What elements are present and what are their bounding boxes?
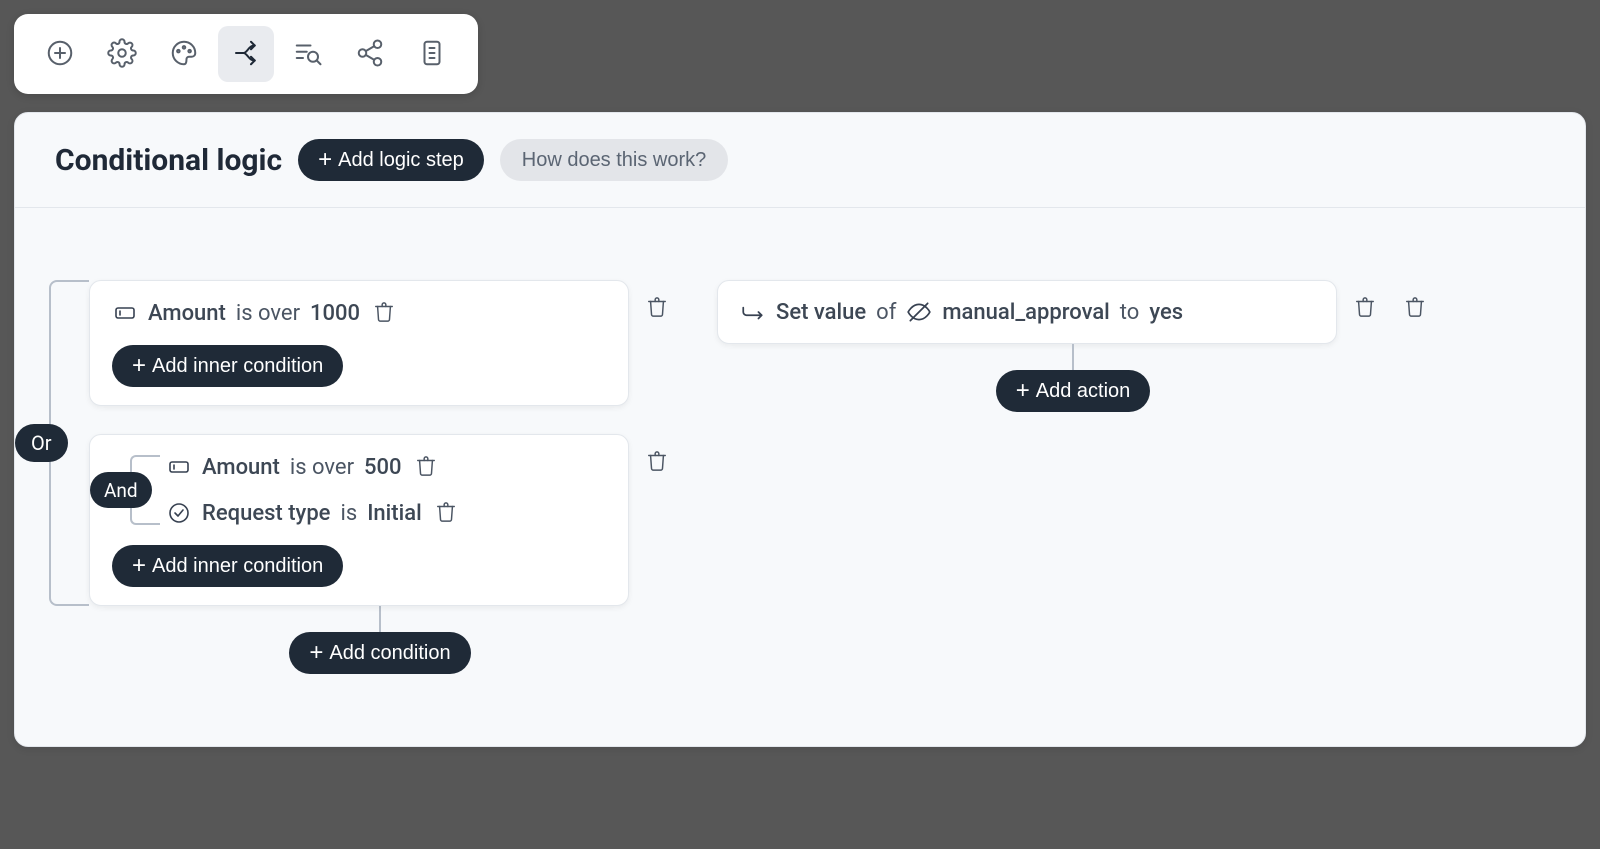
group-operator-pill[interactable]: Or bbox=[15, 424, 68, 462]
toolbar-theme-button[interactable] bbox=[156, 26, 212, 82]
condition-value: Initial bbox=[367, 501, 421, 526]
add-inner-condition-label: Add inner condition bbox=[152, 555, 323, 578]
add-action-button[interactable]: + Add action bbox=[996, 370, 1151, 412]
add-inner-condition-button[interactable]: + Add inner condition bbox=[112, 345, 343, 387]
action-line: Set value of manual_approval to yes bbox=[740, 299, 1314, 325]
condition-value: 1000 bbox=[310, 301, 360, 326]
panel-body: Or Amount is over 1000 bbox=[15, 208, 1585, 746]
add-logic-step-button[interactable]: + Add logic step bbox=[298, 139, 484, 181]
trash-icon bbox=[1404, 296, 1426, 321]
toolbar-add-button[interactable] bbox=[32, 26, 88, 82]
panel-header: Conditional logic + Add logic step How d… bbox=[15, 113, 1585, 208]
toolbar-settings-button[interactable] bbox=[94, 26, 150, 82]
condition-field: Request type bbox=[202, 501, 330, 526]
trash-icon bbox=[435, 501, 457, 526]
add-action-label: Add action bbox=[1036, 380, 1131, 403]
condition-group: Or Amount is over 1000 bbox=[89, 280, 671, 606]
toolbar-branch-button[interactable] bbox=[218, 26, 274, 82]
palette-icon bbox=[169, 38, 199, 71]
plus-icon: + bbox=[1016, 379, 1030, 403]
condition-op: is bbox=[340, 501, 357, 526]
eye-off-icon bbox=[906, 299, 932, 325]
panel-title: Conditional logic bbox=[55, 143, 282, 178]
action-of: of bbox=[876, 300, 896, 325]
plus-icon: + bbox=[318, 148, 332, 172]
plus-circle-icon bbox=[45, 38, 75, 71]
add-inner-condition-button[interactable]: + Add inner condition bbox=[112, 545, 343, 587]
top-toolbar bbox=[14, 14, 478, 94]
inner-operator-pill[interactable]: And bbox=[90, 472, 152, 508]
delete-action-button[interactable] bbox=[1351, 294, 1379, 322]
text-input-icon bbox=[112, 300, 138, 326]
help-label: How does this work? bbox=[522, 149, 707, 172]
condition-card: And Amount is over 500 bbox=[89, 434, 629, 606]
condition-field: Amount bbox=[202, 455, 280, 480]
condition-line[interactable]: Request type is Initial bbox=[166, 499, 606, 527]
check-circle-icon bbox=[166, 500, 192, 526]
inner-condition-group: And Amount is over 500 bbox=[166, 453, 606, 527]
add-condition-label: Add condition bbox=[329, 642, 450, 665]
conditions-column: Or Amount is over 1000 bbox=[89, 280, 671, 674]
file-icon bbox=[417, 38, 447, 71]
plus-icon: + bbox=[309, 641, 323, 665]
plus-icon: + bbox=[132, 354, 146, 378]
delete-row-button[interactable] bbox=[412, 453, 440, 481]
condition-op: is over bbox=[290, 455, 354, 480]
action-arrow-icon bbox=[740, 299, 766, 325]
plus-icon: + bbox=[132, 554, 146, 578]
delete-card-button[interactable] bbox=[643, 294, 671, 322]
connector bbox=[1072, 344, 1074, 370]
trash-icon bbox=[1354, 296, 1376, 321]
delete-step-button[interactable] bbox=[1401, 294, 1429, 322]
trash-icon bbox=[373, 301, 395, 326]
trash-icon bbox=[415, 455, 437, 480]
add-logic-step-label: Add logic step bbox=[338, 149, 464, 172]
actions-column: Set value of manual_approval to yes bbox=[717, 280, 1429, 412]
action-verb: Set value bbox=[776, 300, 866, 325]
action-field: manual_approval bbox=[942, 300, 1109, 325]
condition-field: Amount bbox=[148, 301, 226, 326]
delete-row-button[interactable] bbox=[370, 299, 398, 327]
condition-card: Amount is over 1000 + Add inner conditio… bbox=[89, 280, 629, 406]
help-button[interactable]: How does this work? bbox=[500, 139, 729, 181]
text-input-icon bbox=[166, 454, 192, 480]
add-inner-condition-label: Add inner condition bbox=[152, 355, 323, 378]
toolbar-file-button[interactable] bbox=[404, 26, 460, 82]
condition-line[interactable]: Amount is over 1000 bbox=[112, 299, 606, 327]
filter-search-icon bbox=[293, 38, 323, 71]
toolbar-share-button[interactable] bbox=[342, 26, 398, 82]
logic-panel: Conditional logic + Add logic step How d… bbox=[14, 112, 1586, 747]
share-icon bbox=[355, 38, 385, 71]
action-card[interactable]: Set value of manual_approval to yes bbox=[717, 280, 1337, 344]
condition-row: Amount is over 1000 + Add inner conditio… bbox=[89, 280, 671, 406]
connector bbox=[379, 606, 381, 632]
toolbar-filter-button[interactable] bbox=[280, 26, 336, 82]
trash-icon bbox=[646, 450, 668, 475]
delete-card-button[interactable] bbox=[643, 448, 671, 476]
delete-row-button[interactable] bbox=[432, 499, 460, 527]
condition-row: And Amount is over 500 bbox=[89, 434, 671, 606]
condition-value: 500 bbox=[364, 455, 402, 480]
action-to: to bbox=[1120, 300, 1140, 325]
condition-op: is over bbox=[236, 301, 300, 326]
gear-icon bbox=[107, 38, 137, 71]
branch-icon bbox=[231, 38, 261, 71]
condition-line[interactable]: Amount is over 500 bbox=[166, 453, 606, 481]
trash-icon bbox=[646, 296, 668, 321]
action-value: yes bbox=[1149, 300, 1183, 325]
add-condition-button[interactable]: + Add condition bbox=[289, 632, 470, 674]
action-row: Set value of manual_approval to yes bbox=[717, 280, 1429, 344]
